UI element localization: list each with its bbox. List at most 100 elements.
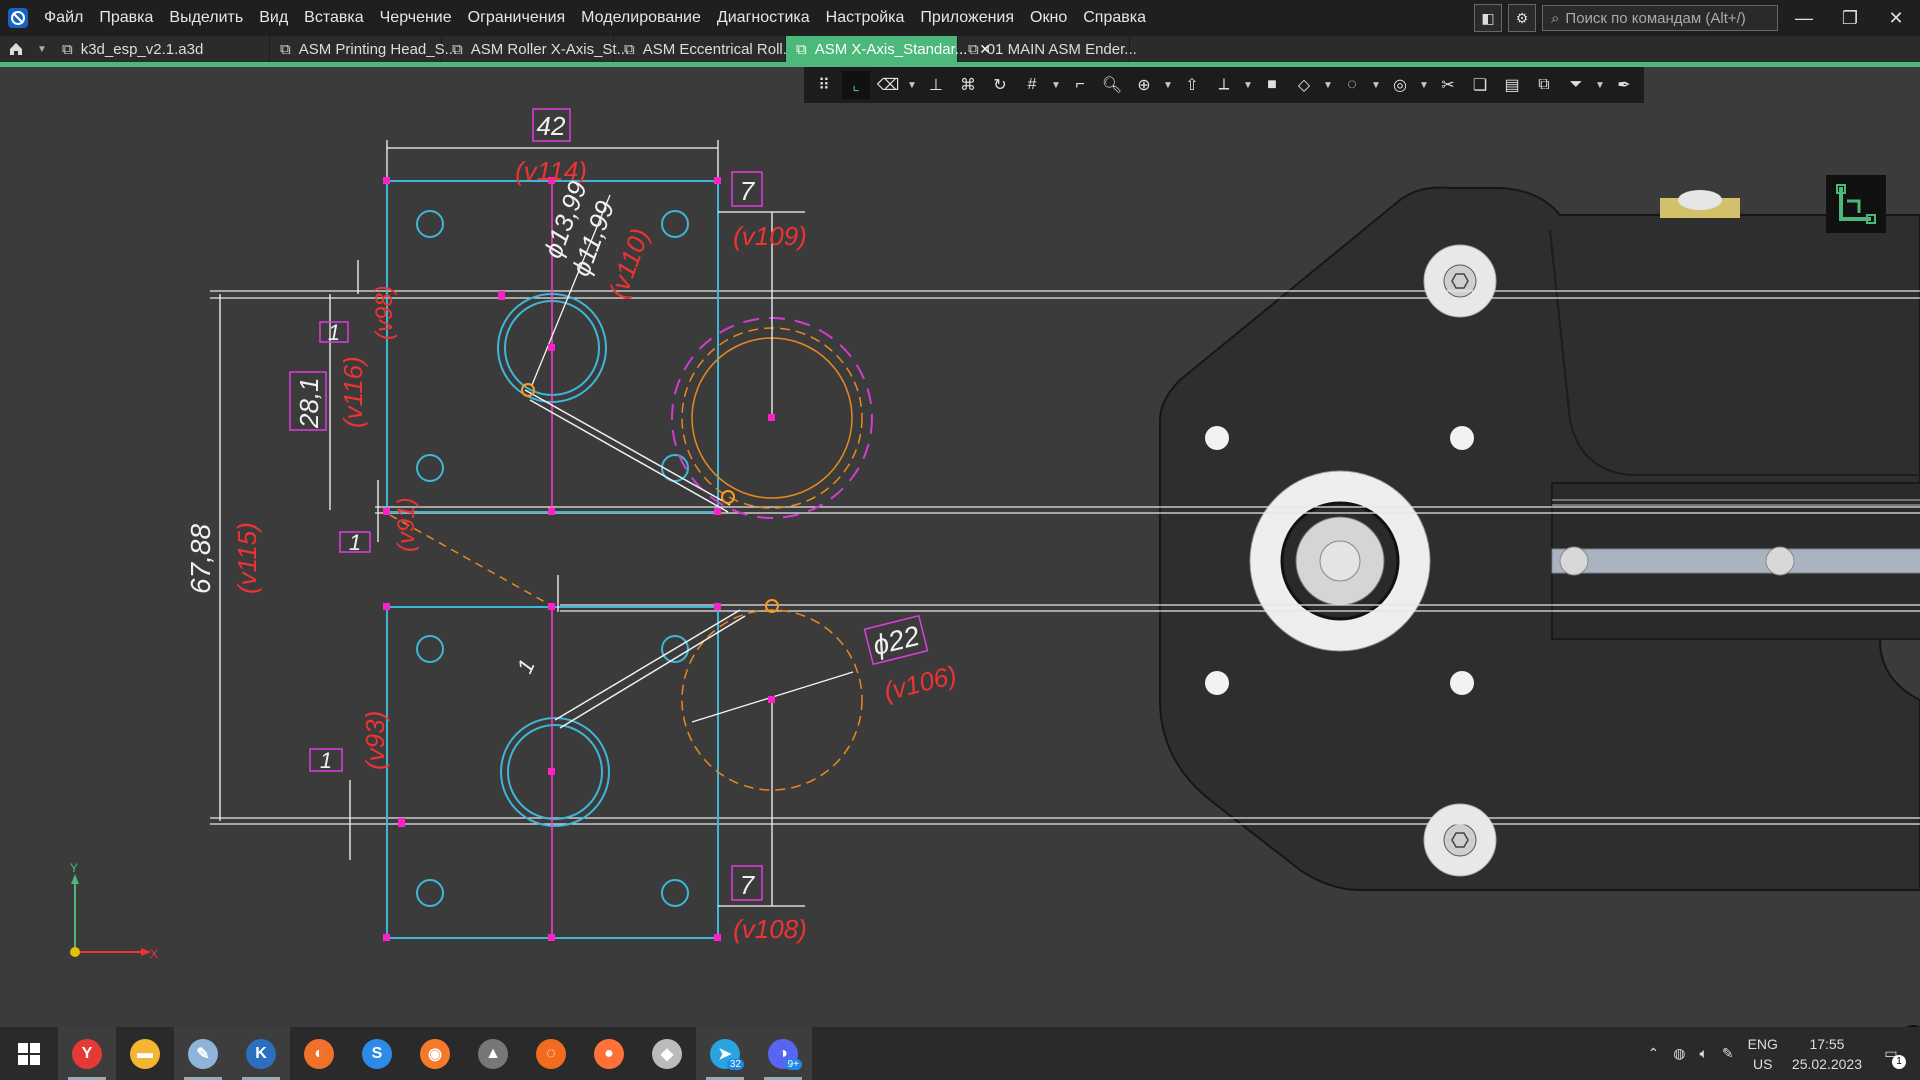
menu-item[interactable]: Приложения <box>912 0 1022 36</box>
firefox-icon[interactable]: ● <box>580 1027 638 1080</box>
dim-1-a[interactable]: 1 <box>328 320 340 345</box>
paint-icon[interactable]: ✎ <box>174 1027 232 1080</box>
kompas-3d-icon[interactable]: K <box>232 1027 290 1080</box>
dim-1-b[interactable]: 1 <box>349 530 361 555</box>
app-orange-icon[interactable]: ◐ <box>290 1027 348 1080</box>
wireframe-icon[interactable]: ◇ <box>1290 71 1318 99</box>
dim-42[interactable]: 42 <box>537 111 566 141</box>
chevron-up-icon[interactable]: ⌃ <box>1647 1045 1659 1062</box>
dim-v106[interactable]: (v106) <box>881 660 960 707</box>
menu-item[interactable]: Вид <box>251 0 296 36</box>
yandex-browser-icon[interactable]: Y <box>58 1027 116 1080</box>
menu-item[interactable]: Вставка <box>296 0 371 36</box>
dim-v91[interactable]: (v91) <box>393 497 420 552</box>
dim-v109[interactable]: (v109) <box>733 221 807 251</box>
layers-icon[interactable]: ❏ <box>1466 71 1494 99</box>
telegram-icon[interactable]: ➤ 32 <box>696 1027 754 1080</box>
dim-v93[interactable]: (v93) <box>360 711 390 770</box>
grid-icon[interactable]: # <box>1018 71 1046 99</box>
sketch-mode-icon[interactable]: ⌞ <box>842 71 870 99</box>
kompas-logo-icon[interactable] <box>0 0 36 36</box>
document-tab[interactable]: ⧉ ASM Roller X-Axis_St... <box>442 36 629 62</box>
dim-7-bottom[interactable]: 7 <box>740 870 756 900</box>
chevron-down-icon[interactable]: ▼ <box>1370 80 1382 91</box>
hide-icon[interactable]: ◌ <box>1338 71 1366 99</box>
app-s-icon[interactable]: S <box>348 1027 406 1080</box>
document-tab[interactable]: ⧉ k3d_esp_v2.1.a3d <box>52 36 270 62</box>
corner-icon[interactable]: ⌐ <box>1066 71 1094 99</box>
chevron-down-icon[interactable]: ▼ <box>1594 80 1606 91</box>
notification-icon[interactable]: ▭ 1 <box>1876 1039 1906 1069</box>
filter-icon[interactable]: ⏷ <box>1562 71 1590 99</box>
dim-v108[interactable]: (v108) <box>733 914 807 944</box>
zoom-icon[interactable]: 🔍︎ <box>1098 71 1126 99</box>
language-indicator[interactable]: ENG US <box>1748 1034 1778 1074</box>
chevron-down-icon[interactable]: ▼ <box>1418 80 1430 91</box>
dim-7-top[interactable]: 7 <box>740 176 756 206</box>
minimize-button[interactable]: — <box>1784 0 1824 36</box>
dim-v98[interactable]: (v98) <box>371 285 398 340</box>
menu-item[interactable]: Моделирование <box>573 0 709 36</box>
menu-item[interactable]: Окно <box>1022 0 1075 36</box>
dim-1-mid[interactable]: 1 <box>512 655 540 677</box>
eraser-icon[interactable]: ⌫ <box>874 71 902 99</box>
panel-toggle-icon[interactable]: ◧ <box>1474 4 1502 32</box>
document-tab[interactable]: ⧉ 01 MAIN ASM Ender... <box>958 36 1137 62</box>
dimension-icon[interactable]: ⊥ <box>922 71 950 99</box>
document-tab[interactable]: ⧉ ASM Printing Head_S... <box>270 36 457 62</box>
rotate-icon[interactable]: ↻ <box>986 71 1014 99</box>
pan-icon[interactable]: ⇧ <box>1178 71 1206 99</box>
chevron-down-icon[interactable]: ▼ <box>906 80 918 91</box>
start-icon[interactable] <box>0 1027 58 1080</box>
view-orientation-icon[interactable] <box>1826 175 1886 233</box>
axes-icon[interactable]: ⟂ <box>1210 71 1238 99</box>
menu-item[interactable]: Выделить <box>161 0 251 36</box>
constraint-icon[interactable]: ⌘ <box>954 71 982 99</box>
grip-icon[interactable]: ⠿ <box>810 71 838 99</box>
assembly-document-icon: ⧉ <box>280 40 291 58</box>
document-tab[interactable]: ⧉ ASM X-Axis_Standar... ✕ <box>786 36 991 62</box>
restore-button[interactable]: ❐ <box>1830 0 1870 36</box>
section-icon[interactable]: ◎ <box>1386 71 1414 99</box>
chevron-down-icon[interactable]: ▼ <box>1162 80 1174 91</box>
command-search-input[interactable]: ⌕ Поиск по командам (Alt+/) <box>1542 5 1778 31</box>
scissors-icon[interactable]: ✂ <box>1434 71 1462 99</box>
app-hat-icon[interactable]: ◆ <box>638 1027 696 1080</box>
dim-1-c[interactable]: 1 <box>320 748 332 773</box>
menu-item[interactable]: Справка <box>1075 0 1154 36</box>
close-button[interactable]: ✕ <box>1876 0 1916 36</box>
menu-item[interactable]: Файл <box>36 0 91 36</box>
chevron-down-icon[interactable]: ▼ <box>1322 80 1334 91</box>
app-ring-icon[interactable]: ◌ <box>522 1027 580 1080</box>
discord-icon[interactable]: ◑ 9+ <box>754 1027 812 1080</box>
chevron-down-icon[interactable]: ▼ <box>32 36 52 62</box>
menu-item[interactable]: Настройка <box>818 0 913 36</box>
dim-28-1[interactable]: 28,1 <box>294 377 324 429</box>
document-icon[interactable]: ▤ <box>1498 71 1526 99</box>
dim-67-88[interactable]: 67,88 <box>185 524 216 594</box>
file-explorer-icon[interactable]: ▬ <box>116 1027 174 1080</box>
menu-item[interactable]: Диагностика <box>709 0 818 36</box>
chevron-down-icon[interactable]: ▼ <box>1242 80 1254 91</box>
clock[interactable]: 17:55 25.02.2023 <box>1792 1034 1862 1074</box>
drawing-canvas[interactable]: 42 (v114) 7 (v109) ϕ13,99 ϕ11,99 (v110) … <box>0 67 1920 1061</box>
pen-icon[interactable]: ✎ <box>1722 1045 1734 1062</box>
dim-v115[interactable]: (v115) <box>232 522 262 594</box>
menu-item[interactable]: Черчение <box>372 0 460 36</box>
app-hat-glyph: ◆ <box>652 1038 682 1069</box>
blender-icon[interactable]: ◉ <box>406 1027 464 1080</box>
menu-item[interactable]: Ограничения <box>460 0 574 36</box>
steam-icon[interactable]: ◍ <box>1673 1045 1685 1062</box>
volume-icon[interactable]: 🔈︎ <box>1699 1045 1707 1062</box>
home-icon[interactable] <box>0 36 32 62</box>
eyedropper-icon[interactable]: ✒ <box>1610 71 1638 99</box>
chevron-down-icon[interactable]: ▼ <box>1050 80 1062 91</box>
zoom-window-icon[interactable]: ⊕ <box>1130 71 1158 99</box>
app-tank-icon[interactable]: ▲ <box>464 1027 522 1080</box>
dim-v116[interactable]: (v116) <box>338 356 368 428</box>
solid-view-icon[interactable]: ■ <box>1258 71 1286 99</box>
menu-item[interactable]: Правка <box>91 0 161 36</box>
settings-panel-icon[interactable]: ⚙ <box>1508 4 1536 32</box>
copy-icon[interactable]: ⧉ <box>1530 71 1558 99</box>
document-tab[interactable]: ⧉ ASM Eccentrical Roll... <box>614 36 795 62</box>
